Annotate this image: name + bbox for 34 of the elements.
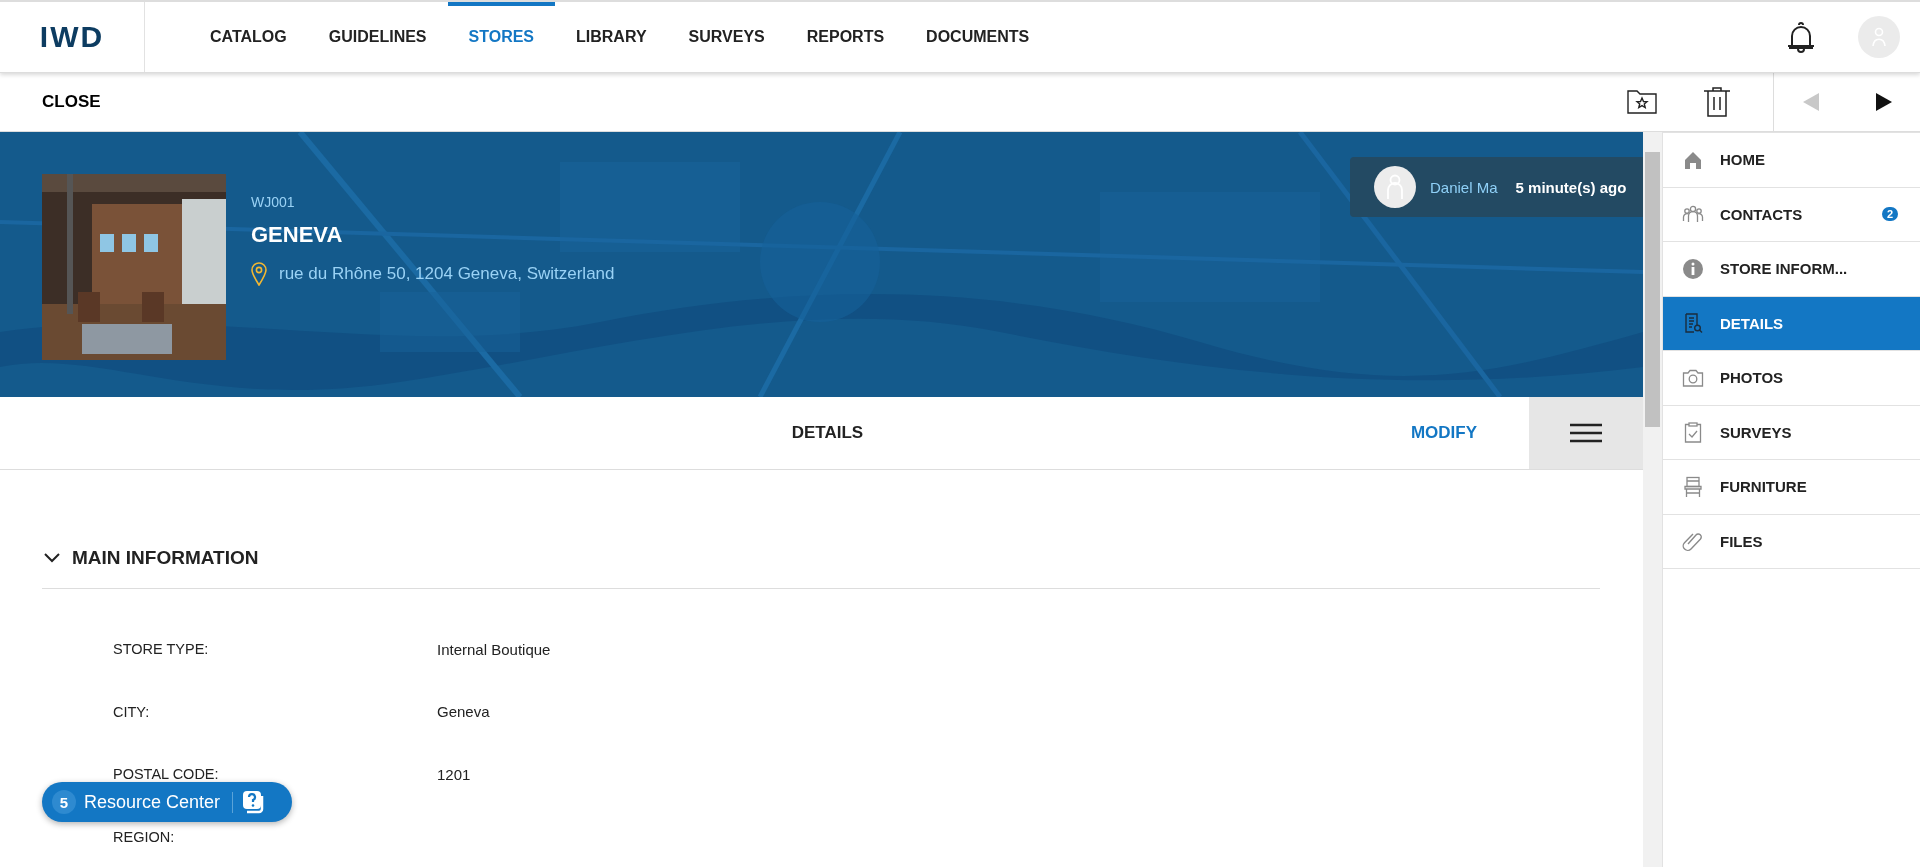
nav-tab[interactable]: CATALOG [189, 2, 308, 72]
count-badge: 2 [1881, 207, 1898, 222]
nav-tab[interactable]: STORES [447, 2, 556, 72]
resource-center-label: Resource Center [84, 791, 234, 813]
logo[interactable]: IWD [39, 20, 105, 54]
resource-center-button[interactable]: 5 Resource Center [42, 782, 292, 822]
info-icon [1682, 257, 1704, 280]
nav-tab[interactable]: SURVEYS [667, 2, 786, 72]
sidebar-item[interactable]: DETAILS [1663, 296, 1920, 351]
bell-icon[interactable] [1786, 21, 1816, 53]
nav-tab[interactable]: LIBRARY [555, 2, 668, 72]
scrollbar[interactable] [1643, 132, 1662, 867]
modify-button[interactable]: MODIFY [1404, 422, 1483, 444]
document-search-icon [1682, 312, 1704, 335]
count-badge: 5 [52, 790, 76, 814]
field-value: 1201 [437, 765, 471, 783]
field-label: STORE TYPE: [113, 641, 209, 658]
clipboard-icon [1682, 421, 1704, 444]
close-button[interactable]: CLOSE [32, 86, 111, 118]
nav-tab[interactable]: GUIDELINES [307, 2, 448, 72]
field-value: Geneva [437, 703, 490, 721]
field-label: POSTAL CODE: [113, 766, 219, 783]
nav-tab[interactable]: DOCUMENTS [905, 2, 1051, 72]
section-title: MAIN INFORMATION [72, 547, 259, 569]
paperclip-icon [1682, 530, 1704, 553]
nav-tab[interactable]: REPORTS [785, 2, 906, 72]
menu-icon [1570, 423, 1602, 443]
details-title: DETAILS [790, 423, 865, 443]
field-label: CITY: [113, 703, 150, 720]
chair-icon [1682, 475, 1704, 498]
chevron-icon[interactable] [42, 551, 62, 565]
field-value: Internal Boutique [437, 640, 551, 658]
menu-button[interactable] [1529, 397, 1643, 469]
field-label: REGION: [113, 828, 175, 845]
